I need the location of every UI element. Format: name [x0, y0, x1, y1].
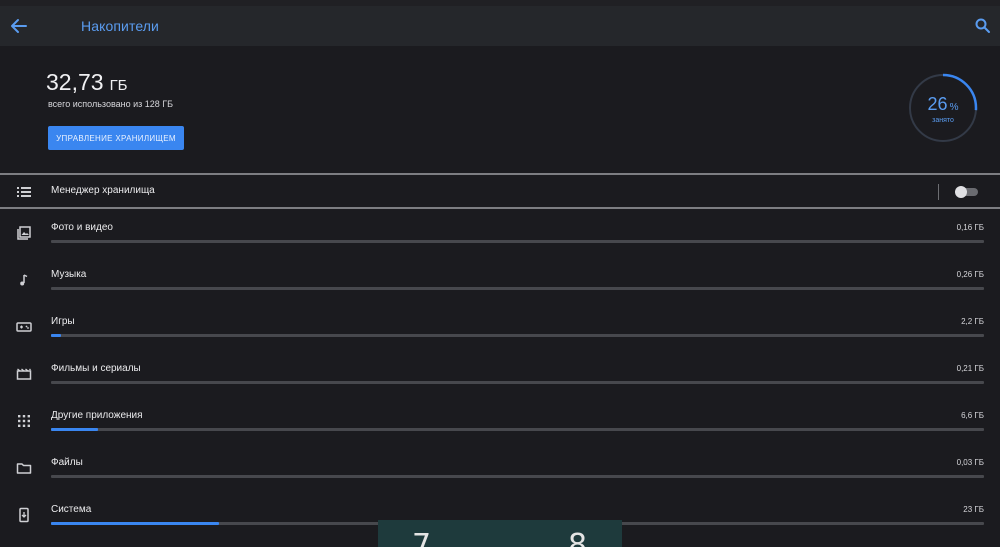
storage-summary: 32,73 ГБ всего использовано из 128 ГБ УПР…	[0, 46, 1000, 174]
divider	[0, 207, 1000, 209]
arrow-left-icon[interactable]	[8, 15, 30, 37]
overlay-digit-left: 7	[412, 528, 432, 547]
divider	[0, 173, 1000, 175]
photo-library-icon	[15, 224, 33, 242]
category-row-games[interactable]: Игры 2,2 ГБ	[0, 304, 1000, 351]
floating-overlay[interactable]: 7 8	[378, 520, 622, 547]
category-usage-bar	[51, 334, 984, 337]
category-size: 0,26 ГБ	[956, 270, 984, 279]
search-icon[interactable]	[974, 17, 992, 35]
category-size: 0,03 ГБ	[956, 458, 984, 467]
storage-manager-row[interactable]: Менеджер хранилища	[0, 176, 1000, 207]
category-label: Файлы	[51, 457, 83, 468]
manage-storage-button[interactable]: УПРАВЛЕНИЕ ХРАНИЛИЩЕМ	[48, 126, 184, 150]
category-row-photos[interactable]: Фото и видео 0,16 ГБ	[0, 210, 1000, 257]
category-label: Игры	[51, 316, 75, 327]
used-storage-value: 32,73 ГБ	[46, 69, 128, 96]
list-icon	[15, 183, 33, 201]
category-row-music[interactable]: Музыка 0,26 ГБ	[0, 257, 1000, 304]
category-size: 6,6 ГБ	[961, 411, 984, 420]
app-bar: Накопители	[0, 6, 1000, 46]
category-label: Музыка	[51, 269, 87, 280]
gauge-percent-symbol: %	[949, 102, 959, 113]
folder-icon	[15, 459, 33, 477]
used-storage-caption: всего использовано из 128 ГБ	[48, 99, 174, 109]
category-usage-fill	[51, 522, 219, 525]
category-label: Другие приложения	[51, 410, 143, 421]
movie-icon	[15, 365, 33, 383]
gamepad-icon	[15, 318, 33, 336]
system-update-icon	[15, 506, 33, 524]
separator	[938, 184, 939, 200]
music-note-icon	[15, 271, 33, 289]
gauge-percent-value: 26	[927, 94, 948, 114]
category-size: 23 ГБ	[963, 505, 984, 514]
storage-manager-label: Менеджер хранилища	[51, 185, 155, 196]
category-size: 0,21 ГБ	[956, 364, 984, 373]
category-size: 0,16 ГБ	[956, 223, 984, 232]
category-row-movies[interactable]: Фильмы и сериалы 0,21 ГБ	[0, 351, 1000, 398]
category-label: Фото и видео	[51, 222, 113, 233]
category-usage-bar	[51, 240, 984, 243]
category-usage-bar	[51, 475, 984, 478]
overlay-digit-right: 8	[568, 528, 588, 547]
gauge-percent: 26%	[908, 94, 978, 115]
storage-manager-toggle[interactable]	[955, 186, 979, 198]
gauge-label: занято	[932, 117, 954, 124]
category-row-files[interactable]: Файлы 0,03 ГБ	[0, 445, 1000, 492]
category-size: 2,2 ГБ	[961, 317, 984, 326]
category-label: Система	[51, 504, 92, 515]
category-label: Фильмы и сериалы	[51, 363, 141, 374]
category-usage-bar	[51, 381, 984, 384]
category-usage-fill	[51, 334, 62, 337]
category-usage-bar	[51, 287, 984, 290]
used-amount: 32,73	[46, 69, 104, 95]
category-usage-fill	[51, 428, 98, 431]
category-row-other-apps[interactable]: Другие приложения 6,6 ГБ	[0, 398, 1000, 445]
toggle-knob	[955, 186, 967, 198]
page-title: Накопители	[81, 18, 159, 34]
used-unit: ГБ	[109, 77, 128, 94]
category-usage-bar	[51, 428, 984, 431]
apps-grid-icon	[15, 412, 33, 430]
